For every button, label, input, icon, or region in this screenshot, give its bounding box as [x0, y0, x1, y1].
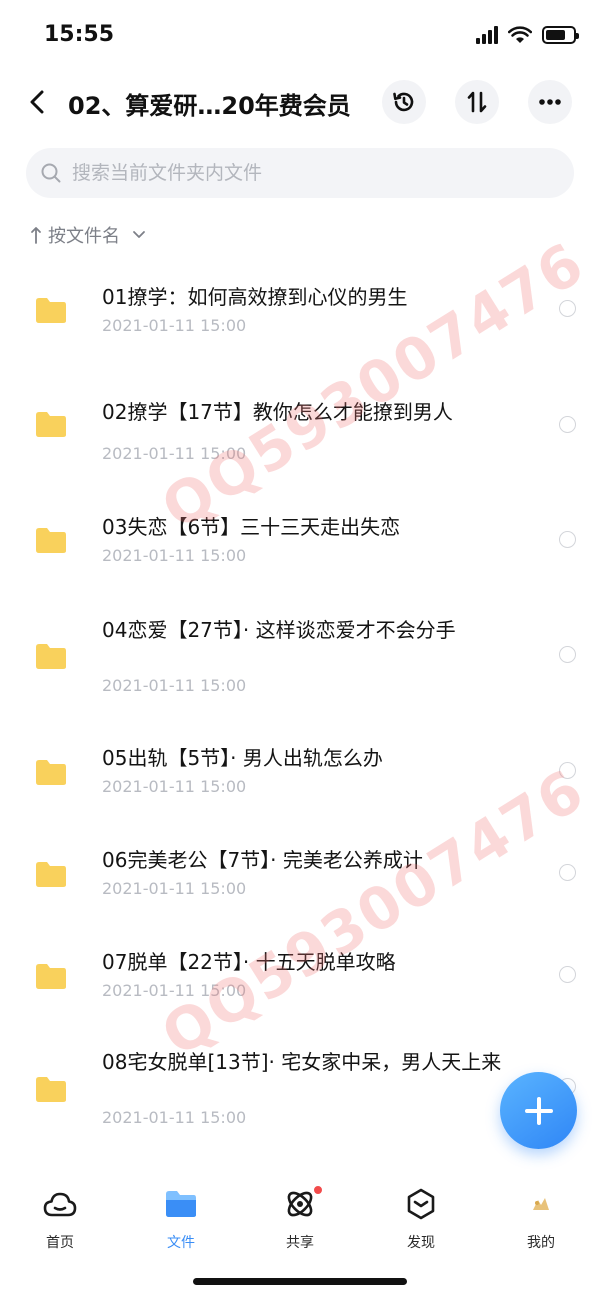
add-button[interactable]	[500, 1072, 577, 1149]
file-date: 2021-01-11 15:00	[102, 879, 247, 898]
chevron-down-icon	[133, 231, 145, 238]
arrow-up-icon	[31, 227, 41, 244]
tab-bar: 首页 文件 共享 发现 我的	[0, 1176, 600, 1256]
folder-icon	[36, 412, 66, 437]
file-date: 2021-01-11 15:00	[102, 777, 247, 796]
file-row[interactable]: 01撩学：如何高效撩到心仪的男生 2021-01-11 15:00	[0, 280, 600, 390]
compass-icon	[403, 1186, 439, 1222]
cellular-signal-icon	[476, 26, 498, 44]
file-date: 2021-01-11 15:00	[102, 1108, 247, 1127]
folder-icon	[36, 528, 66, 553]
folder-icon	[163, 1186, 199, 1222]
folder-icon	[36, 964, 66, 989]
file-row[interactable]: 03失恋【6节】三十三天走出失恋 2021-01-11 15:00	[0, 512, 600, 612]
search-icon	[38, 160, 64, 186]
tab-home[interactable]: 首页	[20, 1186, 100, 1252]
tab-mine[interactable]: 我的	[501, 1186, 581, 1252]
search-bar[interactable]	[26, 148, 574, 198]
file-name: 05出轨【5节】· 男人出轨怎么办	[102, 746, 383, 770]
folder-icon	[36, 760, 66, 785]
file-name: 07脱单【22节】· 十五天脱单攻略	[102, 950, 396, 974]
tab-label: 共享	[286, 1235, 314, 1251]
folder-icon	[36, 644, 66, 669]
more-button[interactable]	[528, 80, 572, 124]
tab-discover[interactable]: 发现	[381, 1186, 461, 1252]
folder-icon	[36, 298, 66, 323]
file-date: 2021-01-11 15:00	[102, 981, 247, 1000]
file-row[interactable]: 05出轨【5节】· 男人出轨怎么办 2021-01-11 15:00	[0, 744, 600, 844]
select-radio[interactable]	[559, 531, 576, 548]
file-date: 2021-01-11 15:00	[102, 546, 247, 565]
tab-label: 我的	[527, 1235, 555, 1251]
orbit-icon	[282, 1184, 324, 1222]
folder-icon	[36, 1077, 66, 1102]
page-title: 02、算爱研…20年费会员	[68, 92, 351, 120]
select-radio[interactable]	[559, 966, 576, 983]
folder-icon	[36, 862, 66, 887]
search-input[interactable]	[72, 162, 552, 184]
file-row[interactable]: 02撩学【17节】教你怎么才能撩到男人 2021-01-11 15:00	[0, 396, 600, 506]
file-name: 04恋爱【27节】· 这样谈恋爱才不会分手	[102, 618, 456, 642]
tab-label: 首页	[46, 1235, 74, 1251]
history-button[interactable]	[382, 80, 426, 124]
more-icon	[539, 99, 561, 105]
tab-share[interactable]: 共享	[260, 1184, 340, 1252]
back-button[interactable]	[22, 84, 52, 120]
select-radio[interactable]	[559, 864, 576, 881]
home-indicator	[193, 1278, 407, 1285]
select-radio[interactable]	[559, 646, 576, 663]
select-radio[interactable]	[559, 416, 576, 433]
file-row[interactable]: 04恋爱【27节】· 这样谈恋爱才不会分手 2021-01-11 15:00	[0, 616, 600, 726]
transfer-icon	[467, 91, 487, 113]
file-date: 2021-01-11 15:00	[102, 444, 247, 463]
file-row[interactable]: 07脱单【22节】· 十五天脱单攻略 2021-01-11 15:00	[0, 948, 600, 1048]
select-radio[interactable]	[559, 300, 576, 317]
avatar-icon	[523, 1186, 559, 1222]
file-row[interactable]: 06完美老公【7节】· 完美老公养成计 2021-01-11 15:00	[0, 846, 600, 946]
status-icons	[476, 26, 579, 44]
status-bar: 15:55	[0, 0, 600, 72]
battery-level	[546, 30, 565, 40]
battery-icon	[542, 26, 579, 44]
wifi-icon	[508, 26, 532, 43]
notification-badge	[312, 1184, 324, 1196]
sort-label: 按文件名	[48, 226, 120, 247]
chevron-left-icon	[30, 90, 44, 114]
file-name: 01撩学：如何高效撩到心仪的男生	[102, 285, 408, 309]
plus-icon	[524, 1096, 553, 1125]
file-name: 06完美老公【7节】· 完美老公养成计	[102, 848, 423, 872]
tab-files[interactable]: 文件	[141, 1186, 221, 1252]
file-date: 2021-01-11 15:00	[102, 316, 247, 335]
file-name: 03失恋【6节】三十三天走出失恋	[102, 515, 401, 539]
cloud-icon	[42, 1186, 78, 1222]
tab-label: 文件	[167, 1235, 195, 1251]
sort-selector[interactable]: 按文件名	[30, 222, 146, 248]
select-radio[interactable]	[559, 762, 576, 779]
history-icon	[393, 92, 414, 112]
tab-label: 发现	[407, 1235, 435, 1251]
header: 02、算爱研…20年费会员	[0, 72, 600, 132]
status-time: 15:55	[44, 22, 115, 47]
file-name: 08宅女脱单[13节]· 宅女家中呆，男人天上来	[102, 1050, 502, 1074]
transfer-button[interactable]	[455, 80, 499, 124]
file-date: 2021-01-11 15:00	[102, 676, 247, 695]
file-name: 02撩学【17节】教你怎么才能撩到男人	[102, 400, 453, 424]
